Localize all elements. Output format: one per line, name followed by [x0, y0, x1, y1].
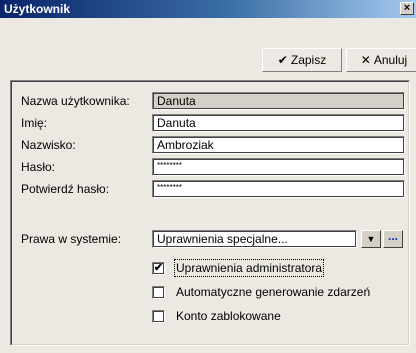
- admin-checkbox-label[interactable]: Uprawnienia administratora: [173, 259, 325, 277]
- username-label: Nazwa użytkownika:: [21, 94, 130, 108]
- user-dialog: Użytkownik × ✔ Zapisz ✕ Anuluj Nazwa użytk…: [0, 0, 416, 353]
- rights-label: Prawa w systemie:: [21, 232, 122, 246]
- close-x-icon: ✕: [360, 53, 371, 67]
- username-field: Danuta: [152, 92, 405, 110]
- window-title: Użytkownik: [4, 2, 71, 16]
- cancel-button[interactable]: ✕ Anuluj: [346, 48, 416, 72]
- rights-select[interactable]: Uprawnienia specjalne...: [152, 230, 357, 248]
- password-label: Hasło:: [21, 160, 56, 174]
- account-locked-checkbox-label[interactable]: Konto zablokowane: [176, 309, 281, 323]
- password-input[interactable]: ********: [152, 158, 405, 176]
- firstname-label: Imię:: [21, 116, 48, 130]
- confirm-password-label: Potwierdź hasło:: [21, 182, 110, 196]
- chevron-down-icon: ▼: [366, 234, 376, 244]
- auto-events-checkbox[interactable]: [152, 286, 165, 299]
- checkmark-icon: ✔: [277, 53, 288, 67]
- lastname-label: Nazwisko:: [21, 138, 76, 152]
- ellipsis-icon: ...: [387, 229, 398, 243]
- title-bar[interactable]: Użytkownik ×: [0, 0, 416, 18]
- rights-more-button[interactable]: ...: [383, 230, 403, 248]
- cancel-button-label: Anuluj: [373, 53, 408, 67]
- admin-checkbox[interactable]: ✔: [152, 262, 165, 275]
- close-icon: ×: [403, 2, 411, 14]
- firstname-input[interactable]: Danuta: [152, 114, 405, 132]
- close-button[interactable]: ×: [400, 2, 414, 15]
- save-button-label: Zapisz: [290, 53, 327, 67]
- rights-dropdown-button[interactable]: ▼: [361, 230, 381, 248]
- save-button[interactable]: ✔ Zapisz: [262, 48, 342, 72]
- auto-events-checkbox-label[interactable]: Automatyczne generowanie zdarzeń: [176, 285, 370, 299]
- confirm-password-input[interactable]: ********: [152, 180, 405, 198]
- account-locked-checkbox[interactable]: [152, 310, 165, 323]
- toolbar: ✔ Zapisz ✕ Anuluj: [10, 48, 416, 74]
- lastname-input[interactable]: Ambroziak: [152, 136, 405, 154]
